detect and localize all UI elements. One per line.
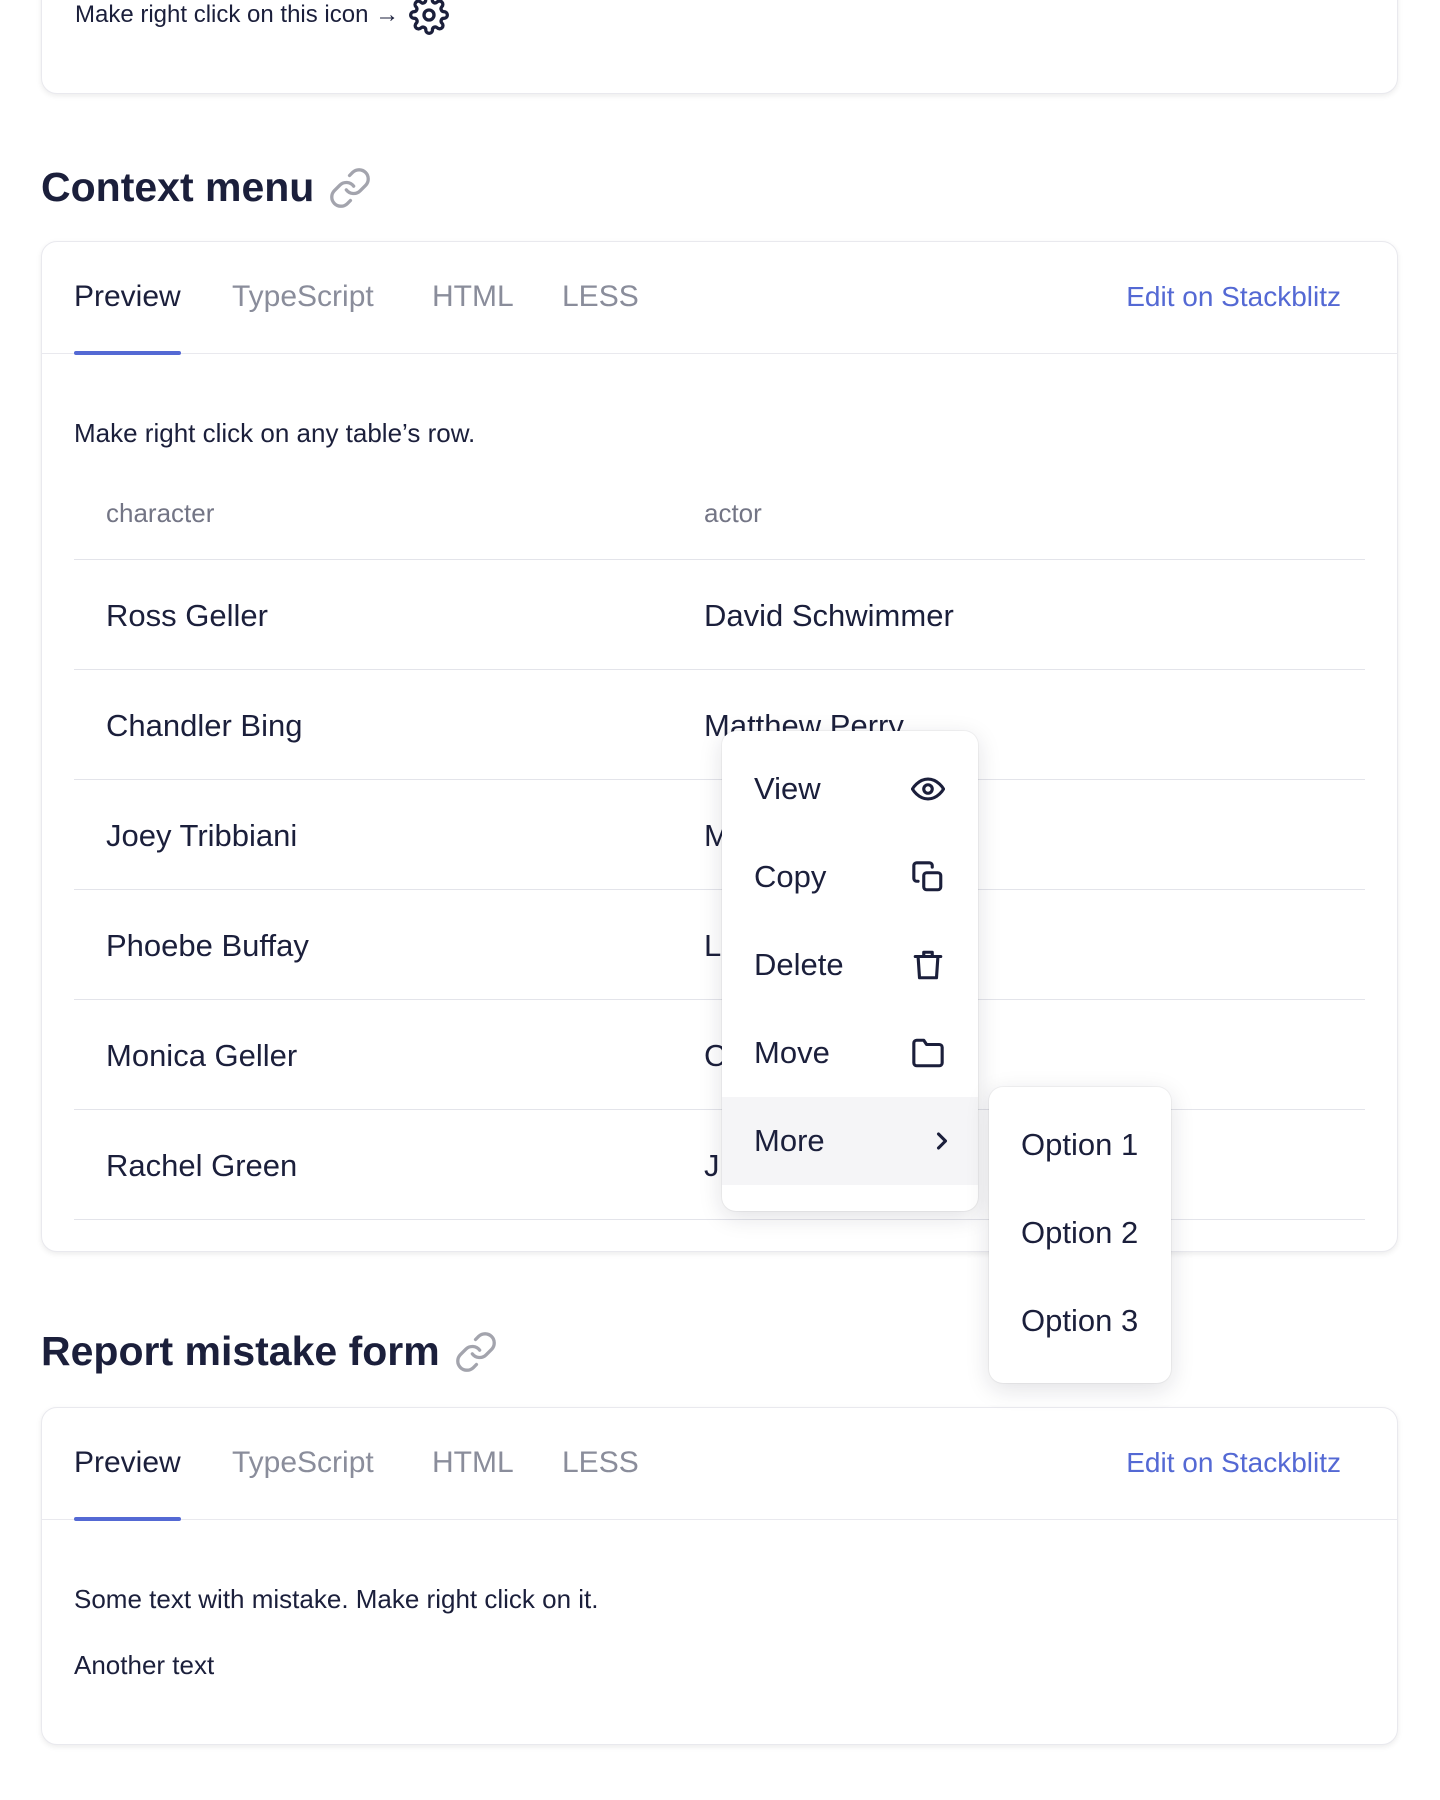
cell-character: Chandler Bing xyxy=(106,708,303,743)
tab-html[interactable]: HTML xyxy=(432,1408,514,1520)
characters-table: character actor Ross Geller David Schwim… xyxy=(74,470,1365,1220)
context-submenu: Option 1 Option 2 Option 3 xyxy=(989,1087,1171,1383)
eye-icon xyxy=(910,771,946,807)
submenu-option-3[interactable]: Option 3 xyxy=(989,1277,1171,1365)
report-mistake-card: Preview TypeScript HTML LESS Edit on Sta… xyxy=(41,1407,1398,1745)
edit-on-stackblitz-link[interactable]: Edit on Stackblitz xyxy=(1126,1408,1341,1518)
menu-item-view[interactable]: View xyxy=(722,745,978,833)
submenu-option-2[interactable]: Option 2 xyxy=(989,1189,1171,1277)
tab-typescript[interactable]: TypeScript xyxy=(232,242,374,354)
cell-character: Ross Geller xyxy=(106,598,268,633)
menu-item-copy[interactable]: Copy xyxy=(722,833,978,921)
menu-item-label: Copy xyxy=(754,859,827,894)
column-header-character: character xyxy=(106,498,215,528)
context-menu-hint: Make right click on any table’s row. xyxy=(74,418,476,448)
gear-demo-card: Make right click on this icon → xyxy=(41,0,1398,94)
context-menu: View Copy Delete Move More xyxy=(722,731,978,1211)
tab-html[interactable]: HTML xyxy=(432,242,514,354)
table-row[interactable]: Rachel Green J xyxy=(74,1110,1365,1220)
tab-less[interactable]: LESS xyxy=(562,242,639,354)
menu-item-label: More xyxy=(754,1123,825,1158)
cell-character: Joey Tribbiani xyxy=(106,818,298,853)
context-menu-heading: Context menu xyxy=(41,164,372,211)
menu-item-label: Move xyxy=(754,1035,830,1070)
cell-actor: J xyxy=(704,1148,720,1183)
cell-character: Rachel Green xyxy=(106,1148,298,1183)
table-row[interactable]: Monica Geller C xyxy=(74,1000,1365,1110)
context-menu-title: Context menu xyxy=(41,164,315,210)
context-menu-card: Preview TypeScript HTML LESS Edit on Sta… xyxy=(41,241,1398,1252)
link-icon[interactable] xyxy=(454,1330,498,1374)
tab-less[interactable]: LESS xyxy=(562,1408,639,1520)
table-header: character actor xyxy=(74,470,1365,560)
menu-item-more[interactable]: More xyxy=(722,1097,978,1185)
copy-icon xyxy=(910,859,946,895)
report-mistake-title: Report mistake form xyxy=(41,1328,440,1374)
cell-actor: L xyxy=(704,928,722,963)
tab-typescript[interactable]: TypeScript xyxy=(232,1408,374,1520)
another-text: Another text xyxy=(74,1650,215,1680)
menu-item-delete[interactable]: Delete xyxy=(722,921,978,1009)
table-row[interactable]: Phoebe Buffay L xyxy=(74,890,1365,1000)
tab-bar: Preview TypeScript HTML LESS Edit on Sta… xyxy=(42,242,1397,355)
table-row[interactable]: Joey Tribbiani M xyxy=(74,780,1365,890)
tab-bar: Preview TypeScript HTML LESS Edit on Sta… xyxy=(42,1408,1397,1521)
gear-hint-text: Make right click on this icon → xyxy=(75,1,400,28)
tab-preview[interactable]: Preview xyxy=(74,1408,181,1521)
mistake-text[interactable]: Some text with mistake. Make right click… xyxy=(74,1584,599,1615)
tab-preview[interactable]: Preview xyxy=(74,242,181,355)
gear-hint: Make right click on this icon → xyxy=(75,0,450,35)
cell-character: Monica Geller xyxy=(106,1038,298,1073)
menu-item-label: Delete xyxy=(754,947,844,982)
table-row[interactable]: Ross Geller David Schwimmer xyxy=(74,560,1365,670)
submenu-option-1[interactable]: Option 1 xyxy=(989,1101,1171,1189)
edit-on-stackblitz-link[interactable]: Edit on Stackblitz xyxy=(1126,242,1341,352)
cell-actor: David Schwimmer xyxy=(704,598,954,633)
link-icon[interactable] xyxy=(328,166,372,210)
menu-item-move[interactable]: Move xyxy=(722,1009,978,1097)
report-mistake-heading: Report mistake form xyxy=(41,1328,498,1375)
cell-character: Phoebe Buffay xyxy=(106,928,309,963)
menu-item-label: View xyxy=(754,771,821,806)
table-row[interactable]: Chandler Bing Matthew Perry xyxy=(74,670,1365,780)
trash-icon xyxy=(910,947,946,983)
column-header-actor: actor xyxy=(704,498,762,528)
folder-icon xyxy=(910,1035,946,1071)
gear-icon[interactable] xyxy=(409,0,450,35)
chevron-right-icon xyxy=(924,1123,960,1159)
